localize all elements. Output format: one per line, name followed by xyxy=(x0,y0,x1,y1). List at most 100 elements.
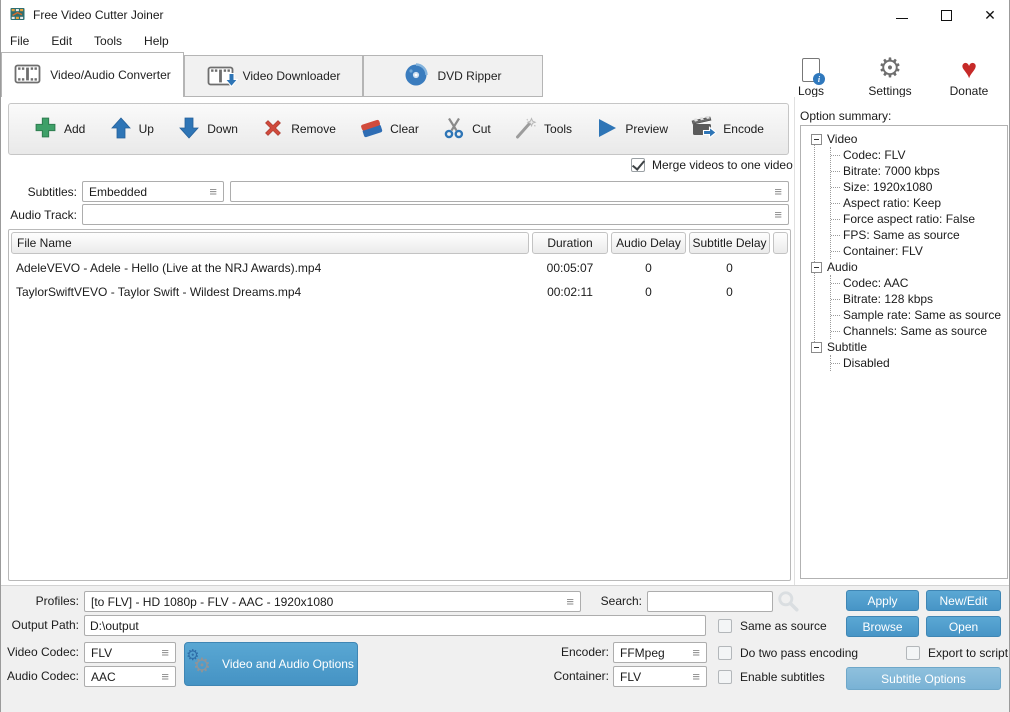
new-edit-button[interactable]: New/Edit xyxy=(926,590,1001,611)
tab-dvd-ripper[interactable]: DVD Ripper xyxy=(363,55,543,97)
tree-leaf: Sample rate: Same as source xyxy=(831,307,1005,323)
video-codec-combo[interactable]: FLV ≡ xyxy=(84,642,176,663)
audio-track-combo[interactable]: ≡ xyxy=(82,204,789,225)
toolbar: Add Up Down Remove Clear Cut Tools Previ… xyxy=(8,103,789,155)
film-download-icon xyxy=(207,66,239,88)
close-button[interactable]: ✕ xyxy=(983,8,997,22)
minimize-button[interactable] xyxy=(895,8,909,22)
tree-leaf: Codec: FLV xyxy=(831,147,1005,163)
output-path-input[interactable]: D:\output xyxy=(84,615,706,636)
collapse-icon[interactable] xyxy=(811,261,822,273)
remove-button[interactable]: Remove xyxy=(261,116,336,143)
option-summary-tree: Video Codec: FLV Bitrate: 7000 kbps Size… xyxy=(800,125,1008,579)
logs-label: Logs xyxy=(797,84,825,98)
maximize-button[interactable] xyxy=(939,8,953,22)
two-pass-checkbox[interactable] xyxy=(718,645,732,660)
export-script-checkbox[interactable] xyxy=(906,645,920,660)
subtitles-combo[interactable]: Embedded ≡ xyxy=(82,181,224,202)
container-value: FLV xyxy=(620,669,642,684)
merge-videos-checkbox-group[interactable]: Merge videos to one video xyxy=(631,158,793,172)
up-arrow-icon xyxy=(109,116,133,143)
window-title: Free Video Cutter Joiner xyxy=(33,8,164,22)
subtitles-file-combo[interactable]: ≡ xyxy=(230,181,789,202)
same-as-source-checkbox-group[interactable]: Same as source xyxy=(718,615,827,636)
profiles-combo[interactable]: [to FLV] - HD 1080p - FLV - AAC - 1920x1… xyxy=(84,591,581,612)
export-script-checkbox-group[interactable]: Export to script xyxy=(906,642,1008,663)
tab-label: Video/Audio Converter xyxy=(50,68,171,82)
tab-strip: Video/Audio Converter Video Downloader D… xyxy=(1,52,1009,99)
file-list-table: File Name Duration Audio Delay Subtitle … xyxy=(8,229,791,581)
table-row[interactable]: TaylorSwiftVEVO - Taylor Swift - Wildest… xyxy=(9,280,790,304)
up-button[interactable]: Up xyxy=(109,116,154,143)
tree-node-video[interactable]: Video xyxy=(803,131,1005,147)
browse-button[interactable]: Browse xyxy=(846,616,919,637)
two-pass-label: Do two pass encoding xyxy=(740,645,859,660)
cut-button[interactable]: Cut xyxy=(442,116,491,143)
export-script-label: Export to script xyxy=(928,645,1009,660)
video-audio-options-button[interactable]: ⚙ ⚙ Video and Audio Options xyxy=(184,642,358,686)
tab-label: DVD Ripper xyxy=(437,69,502,83)
preview-button[interactable]: Preview xyxy=(595,116,668,143)
tools-button[interactable]: Tools xyxy=(514,116,572,143)
table-row[interactable]: AdeleVEVO - Adele - Hello (Live at the N… xyxy=(9,256,790,280)
merge-videos-label: Merge videos to one video xyxy=(652,158,793,172)
column-extra xyxy=(773,232,788,254)
heart-icon: ♥ xyxy=(960,54,978,84)
cell-audio-delay: 0 xyxy=(645,261,652,275)
search-icon xyxy=(777,590,799,615)
film-icon xyxy=(14,64,41,87)
container-combo[interactable]: FLV ≡ xyxy=(613,666,707,687)
menu-file[interactable]: File xyxy=(10,34,29,48)
column-subtitle-delay[interactable]: Subtitle Delay xyxy=(689,232,770,254)
open-button[interactable]: Open xyxy=(926,616,1001,637)
tree-group-audio: Audio Codec: AAC Bitrate: 128 kbps Sampl… xyxy=(803,259,1005,339)
audio-codec-combo[interactable]: AAC ≡ xyxy=(84,666,176,687)
tree-node-subtitle[interactable]: Subtitle xyxy=(803,339,1005,355)
gears-icon: ⚙ ⚙ xyxy=(186,647,211,677)
menu-help[interactable]: Help xyxy=(144,34,169,48)
enable-subtitles-checkbox-group[interactable]: Enable subtitles xyxy=(718,666,825,687)
tab-video-audio-converter[interactable]: Video/Audio Converter xyxy=(1,52,184,97)
down-button[interactable]: Down xyxy=(177,116,238,143)
column-file-name[interactable]: File Name xyxy=(11,232,529,254)
settings-button[interactable]: ⚙ Settings xyxy=(864,54,916,99)
menu-edit[interactable]: Edit xyxy=(51,34,72,48)
same-as-source-label: Same as source xyxy=(740,618,827,633)
remove-x-icon xyxy=(261,116,285,143)
combo-menu-icon: ≡ xyxy=(692,645,700,660)
add-button[interactable]: Add xyxy=(33,115,85,143)
enable-subtitles-checkbox[interactable] xyxy=(718,669,732,684)
panel-divider xyxy=(794,97,795,585)
profiles-label: Profiles: xyxy=(35,594,79,608)
add-icon xyxy=(33,115,58,143)
merge-videos-checkbox[interactable] xyxy=(631,158,645,172)
header-actions: i Logs ⚙ Settings ♥ Donate xyxy=(785,54,995,99)
apply-button[interactable]: Apply xyxy=(846,590,919,611)
tree-node-audio[interactable]: Audio xyxy=(803,259,1005,275)
collapse-icon[interactable] xyxy=(811,133,822,145)
option-summary-label: Option summary: xyxy=(800,109,892,123)
logs-icon: i xyxy=(802,54,825,85)
tab-label: Video Downloader xyxy=(242,69,341,83)
two-pass-checkbox-group[interactable]: Do two pass encoding xyxy=(718,642,858,663)
title-bar: Free Video Cutter Joiner ✕ xyxy=(1,0,1009,30)
combo-menu-icon: ≡ xyxy=(692,669,700,684)
settings-label: Settings xyxy=(868,84,912,98)
tab-video-downloader[interactable]: Video Downloader xyxy=(184,55,363,97)
subtitle-options-button[interactable]: Subtitle Options xyxy=(846,667,1001,690)
video-codec-label: Video Codec: xyxy=(7,645,79,659)
column-duration[interactable]: Duration xyxy=(532,232,608,254)
encoder-combo[interactable]: FFMpeg ≡ xyxy=(613,642,707,663)
cell-subtitle-delay: 0 xyxy=(726,261,733,275)
same-as-source-checkbox[interactable] xyxy=(718,618,732,633)
encode-button[interactable]: Encode xyxy=(691,115,764,143)
tree-leaf: Codec: AAC xyxy=(831,275,1005,291)
collapse-icon[interactable] xyxy=(811,341,822,353)
donate-button[interactable]: ♥ Donate xyxy=(943,54,995,99)
clear-button[interactable]: Clear xyxy=(359,116,419,143)
menu-tools[interactable]: Tools xyxy=(94,34,122,48)
logs-button[interactable]: i Logs xyxy=(785,54,837,98)
column-audio-delay[interactable]: Audio Delay xyxy=(611,232,686,254)
search-input[interactable] xyxy=(647,591,773,612)
cell-duration: 00:02:11 xyxy=(547,285,593,299)
